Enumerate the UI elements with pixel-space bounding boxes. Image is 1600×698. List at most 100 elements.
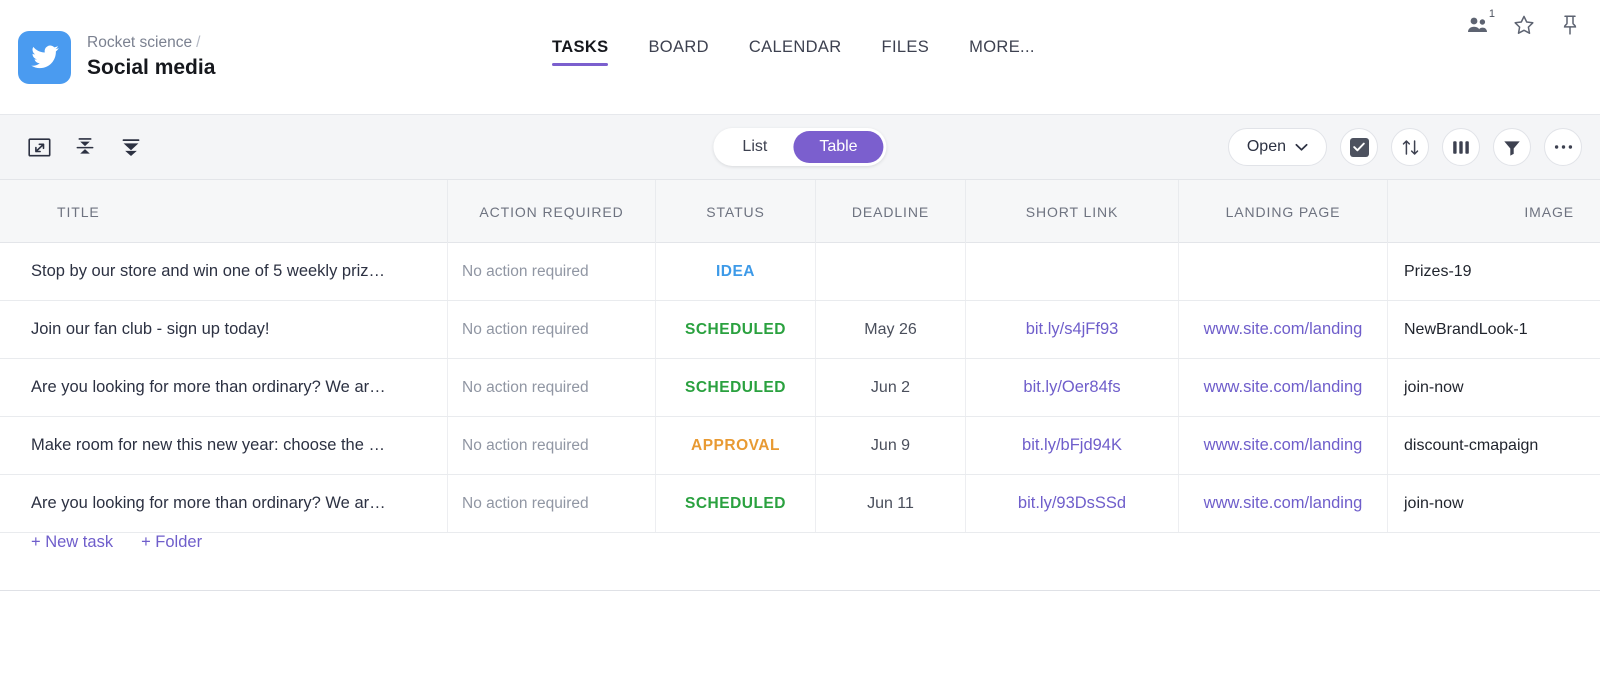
filter-icon[interactable] xyxy=(1493,128,1531,166)
header-actions: 1 xyxy=(1466,8,1582,37)
add-row: + New task + Folder xyxy=(0,533,1600,591)
cell-status[interactable]: APPROVAL xyxy=(655,417,815,474)
empty-row xyxy=(0,591,1600,698)
cell-image[interactable]: NewBrandLook-1 xyxy=(1387,301,1600,358)
breadcrumb[interactable]: Rocket science / xyxy=(87,33,215,52)
cell-landing-page[interactable]: www.site.com/landing xyxy=(1178,475,1387,532)
cell-deadline[interactable] xyxy=(815,243,965,300)
table-row[interactable]: Are you looking for more than ordinary? … xyxy=(0,475,1600,533)
tab-tasks[interactable]: TASKS xyxy=(552,38,628,66)
tab-board[interactable]: BOARD xyxy=(628,38,728,66)
cell-image[interactable]: discount-cmapaign xyxy=(1387,417,1600,474)
people-icon[interactable]: 1 xyxy=(1466,8,1495,37)
cell-landing-page[interactable]: www.site.com/landing xyxy=(1178,417,1387,474)
columns-icon[interactable] xyxy=(1442,128,1480,166)
cell-action-required: No action required xyxy=(447,301,655,358)
cell-image[interactable]: Prizes-19 xyxy=(1387,243,1600,300)
empty-cell-deadline xyxy=(815,591,965,698)
status-filter-dropdown[interactable]: Open xyxy=(1227,128,1327,166)
people-count-badge: 1 xyxy=(1488,8,1495,20)
cell-title[interactable]: Make room for new this new year: choose … xyxy=(0,417,447,474)
cell-deadline[interactable]: Jun 11 xyxy=(815,475,965,532)
empty-cell-image xyxy=(1387,591,1600,698)
status-filter-label: Open xyxy=(1246,138,1286,155)
cell-image[interactable]: join-now xyxy=(1387,475,1600,532)
empty-cell-landing xyxy=(1178,591,1387,698)
pin-icon[interactable] xyxy=(1558,13,1582,37)
new-task-button[interactable]: + New task xyxy=(31,533,113,552)
cell-short-link[interactable]: bit.ly/s4jFf93 xyxy=(965,301,1178,358)
cell-status[interactable]: SCHEDULED xyxy=(655,301,815,358)
status-badge: IDEA xyxy=(715,262,756,280)
action-required-text: No action required xyxy=(462,378,589,396)
column-header-action-required[interactable]: ACTION REQUIRED xyxy=(447,180,655,243)
sort-icon[interactable] xyxy=(1391,128,1429,166)
table-row[interactable]: Are you looking for more than ordinary? … xyxy=(0,359,1600,417)
new-folder-button[interactable]: + Folder xyxy=(141,533,202,552)
toolbar-left-group xyxy=(0,132,146,162)
column-header-deadline[interactable]: DEADLINE xyxy=(815,180,965,243)
empty-cell-action xyxy=(447,591,655,698)
cell-image[interactable]: join-now xyxy=(1387,359,1600,416)
table-row[interactable]: Stop by our store and win one of 5 weekl… xyxy=(0,243,1600,301)
more-options-icon[interactable] xyxy=(1544,128,1582,166)
view-toggle-list[interactable]: List xyxy=(716,131,793,163)
cell-title[interactable]: Are you looking for more than ordinary? … xyxy=(0,475,447,532)
cell-action-required: No action required xyxy=(447,359,655,416)
action-required-text: No action required xyxy=(462,262,589,280)
cell-landing-page[interactable]: www.site.com/landing xyxy=(1178,359,1387,416)
app-header: Rocket science / Social media TASKS BOARD… xyxy=(0,0,1600,115)
add-row-actions: + New task + Folder xyxy=(0,533,447,590)
cell-title[interactable]: Join our fan club - sign up today! xyxy=(0,301,447,358)
tab-more[interactable]: MORE... xyxy=(949,38,1055,66)
column-header-landing-page[interactable]: LANDING PAGE xyxy=(1178,180,1387,243)
twitter-bird-icon xyxy=(18,30,71,84)
cell-short-link[interactable]: bit.ly/bFjd94K xyxy=(965,417,1178,474)
cell-status[interactable]: SCHEDULED xyxy=(655,475,815,532)
column-header-status[interactable]: STATUS xyxy=(655,180,815,243)
status-badge: APPROVAL xyxy=(691,436,780,454)
table-row[interactable]: Make room for new this new year: choose … xyxy=(0,417,1600,475)
cell-action-required: No action required xyxy=(447,417,655,474)
page-title: Social media xyxy=(87,56,216,80)
view-toggle-table[interactable]: Table xyxy=(793,131,884,163)
view-toggle: List Table xyxy=(713,128,887,166)
tab-files[interactable]: FILES xyxy=(862,38,950,66)
checkbox-icon xyxy=(1349,137,1369,157)
fullscreen-icon[interactable] xyxy=(24,132,54,162)
add-row-filler-landing xyxy=(1178,533,1387,590)
table-header-row: TITLE ACTION REQUIRED STATUS DEADLINE SH… xyxy=(0,180,1600,243)
status-badge: SCHEDULED xyxy=(685,494,786,512)
add-row-filler-link xyxy=(965,533,1178,590)
collapse-all-icon[interactable] xyxy=(70,132,100,162)
cell-deadline[interactable]: Jun 9 xyxy=(815,417,965,474)
column-header-title[interactable]: TITLE xyxy=(0,180,447,243)
cell-action-required: No action required xyxy=(447,243,655,300)
breadcrumb-parent[interactable]: Rocket science xyxy=(87,34,192,51)
cell-status[interactable]: SCHEDULED xyxy=(655,359,815,416)
status-badge: SCHEDULED xyxy=(685,378,786,396)
cell-short-link[interactable] xyxy=(965,243,1178,300)
tab-calendar[interactable]: CALENDAR xyxy=(729,38,862,66)
action-required-text: No action required xyxy=(462,436,589,454)
table-row[interactable]: Join our fan club - sign up today! No ac… xyxy=(0,301,1600,359)
expand-all-icon[interactable] xyxy=(116,132,146,162)
cell-title[interactable]: Stop by our store and win one of 5 weekl… xyxy=(0,243,447,300)
column-header-image[interactable]: IMAGE xyxy=(1387,180,1600,243)
cell-deadline[interactable]: Jun 2 xyxy=(815,359,965,416)
add-row-filler-deadline xyxy=(815,533,965,590)
cell-landing-page[interactable]: www.site.com/landing xyxy=(1178,301,1387,358)
cell-short-link[interactable]: bit.ly/Oer84fs xyxy=(965,359,1178,416)
empty-cell-title xyxy=(0,591,447,698)
cell-title[interactable]: Are you looking for more than ordinary? … xyxy=(0,359,447,416)
column-header-short-link[interactable]: SHORT LINK xyxy=(965,180,1178,243)
action-required-text: No action required xyxy=(462,320,589,338)
star-icon[interactable] xyxy=(1512,13,1536,37)
cell-short-link[interactable]: bit.ly/93DsSSd xyxy=(965,475,1178,532)
cell-deadline[interactable]: May 26 xyxy=(815,301,965,358)
cell-status[interactable]: IDEA xyxy=(655,243,815,300)
chevron-down-icon xyxy=(1295,143,1308,151)
cell-landing-page[interactable] xyxy=(1178,243,1387,300)
brand-block: Rocket science / Social media xyxy=(0,30,216,84)
select-all-checkbox[interactable] xyxy=(1340,128,1378,166)
